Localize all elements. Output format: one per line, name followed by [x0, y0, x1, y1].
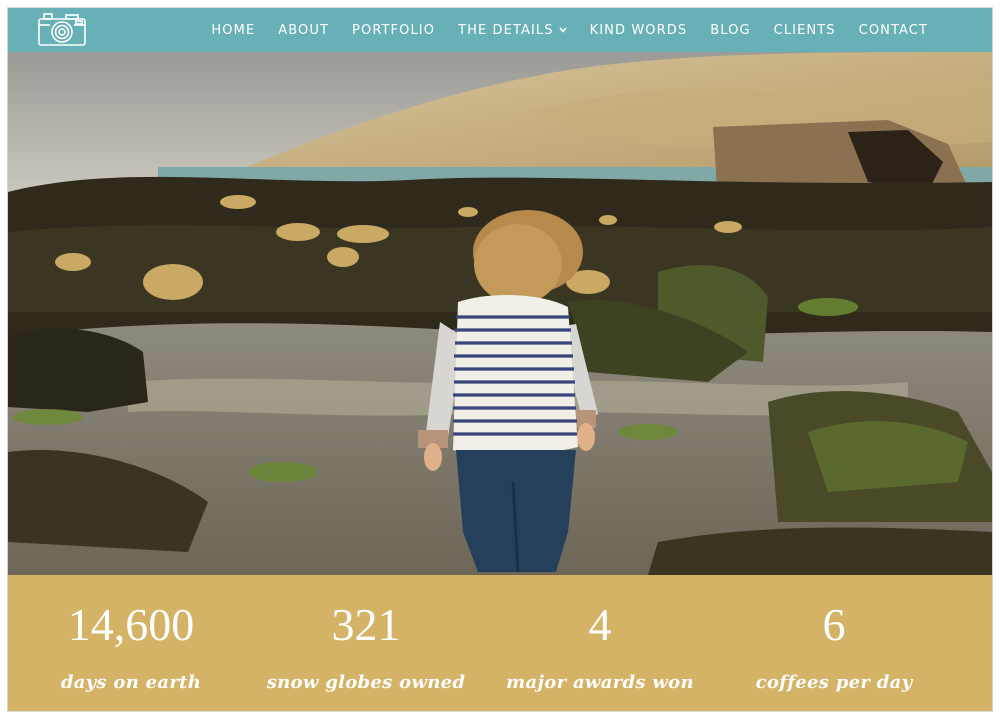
hero-photo	[8, 52, 992, 575]
page-frame: HOME ABOUT PORTFOLIO THE DETAILS KIND WO…	[8, 8, 992, 711]
stat-label: snow globes owned	[266, 672, 466, 693]
stat-label: major awards won	[506, 672, 694, 693]
nav-clients[interactable]: CLIENTS	[774, 23, 836, 38]
nav-portfolio[interactable]: PORTFOLIO	[352, 23, 435, 38]
top-navigation: HOME ABOUT PORTFOLIO THE DETAILS KIND WO…	[8, 8, 992, 52]
stat-label: days on earth	[60, 672, 202, 693]
stats-section: 14,600 days on earth 321 snow globes own…	[8, 575, 992, 711]
nav-the-details-label: THE DETAILS	[458, 22, 554, 38]
nav-portfolio-label: PORTFOLIO	[352, 22, 436, 38]
nav-blog-label: BLOG	[710, 22, 751, 38]
nav-the-details[interactable]: THE DETAILS	[458, 23, 567, 38]
nav-home[interactable]: HOME	[211, 23, 255, 38]
nav-about[interactable]: ABOUT	[278, 23, 329, 38]
nav-kind-words-label: KIND WORDS	[589, 22, 688, 38]
chevron-down-icon	[559, 27, 567, 33]
camera-icon[interactable]	[36, 10, 88, 48]
stat-label: coffees per day	[755, 672, 913, 693]
nav-clients-label: CLIENTS	[773, 22, 836, 38]
stat-number: 4	[588, 599, 612, 650]
nav-blog[interactable]: BLOG	[710, 23, 750, 38]
stat-number: 321	[331, 599, 401, 650]
stat-number: 14,600	[67, 599, 195, 650]
nav-home-label: HOME	[211, 22, 256, 38]
nav-contact-label: CONTACT	[858, 22, 928, 38]
nav-about-label: ABOUT	[278, 22, 330, 38]
stat-number: 6	[822, 599, 846, 650]
main-menu: HOME ABOUT PORTFOLIO THE DETAILS KIND WO…	[211, 8, 928, 52]
nav-contact[interactable]: CONTACT	[859, 23, 928, 38]
nav-kind-words[interactable]: KIND WORDS	[590, 23, 688, 38]
